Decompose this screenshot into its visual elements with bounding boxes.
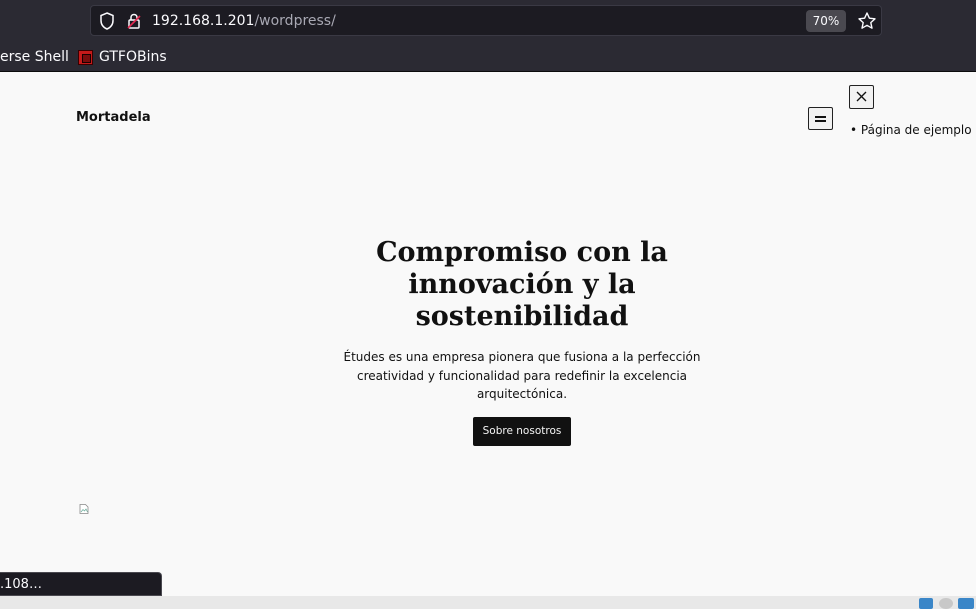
zoom-level-button[interactable]: 70% [806,10,846,32]
hero-heading-line: sostenibilidad [415,301,629,332]
close-icon [856,91,867,102]
url-path: /wordpress/ [254,13,336,29]
hero-heading: Compromiso con la innovación y la sosten… [322,237,722,333]
url-host: 192.168.1.201 [152,13,255,29]
bookmark-reverse-shell[interactable]: erse Shell [0,48,69,66]
browser-toolbar: 192.168.1.201/wordpress/ 70% [0,0,976,42]
bookmark-gtfobins-label: GTFOBins [99,49,167,65]
tray-app-icon[interactable] [919,598,933,609]
bookmark-star-icon[interactable] [857,11,877,31]
bottom-taskbar [0,596,976,609]
url-bar[interactable]: 192.168.1.201/wordpress/ 70% [90,5,882,36]
hero-text-line: Études es una empresa pionera que fusion… [343,350,701,364]
hero-heading-line: innovación y la [408,269,636,300]
about-us-button[interactable]: Sobre nosotros [473,417,571,446]
nav-item-label: Página de ejemplo [860,123,972,137]
close-menu-button[interactable] [849,85,874,109]
site-title[interactable]: Mortadela [76,110,151,125]
bookmark-gtfobins[interactable]: GTFOBins [78,48,167,66]
broken-image-icon [79,504,89,514]
tray-network-icon[interactable] [958,598,974,609]
hero-description: Études es una empresa pionera que fusion… [332,348,712,404]
gtfobins-favicon-icon [78,49,93,65]
insecure-lock-icon[interactable] [126,12,142,30]
nav-item-sample-page[interactable]: • Página de ejemplo [850,123,972,137]
tray-status-icon[interactable] [939,598,953,609]
status-link-preview: .108… [0,572,162,596]
open-menu-button[interactable] [808,107,833,130]
shield-icon[interactable] [99,12,115,30]
hero-text-line: arquitectónica. [476,387,568,401]
bookmarks-bar: erse Shell GTFOBins [0,42,976,72]
hero-heading-line: Compromiso con la [376,237,668,268]
web-page: Mortadela • Página de ejemplo Compromiso… [0,72,976,596]
hero-text-line: creatividad y funcionalidad para redefin… [356,368,688,383]
url-text[interactable]: 192.168.1.201/wordpress/ [152,12,336,30]
